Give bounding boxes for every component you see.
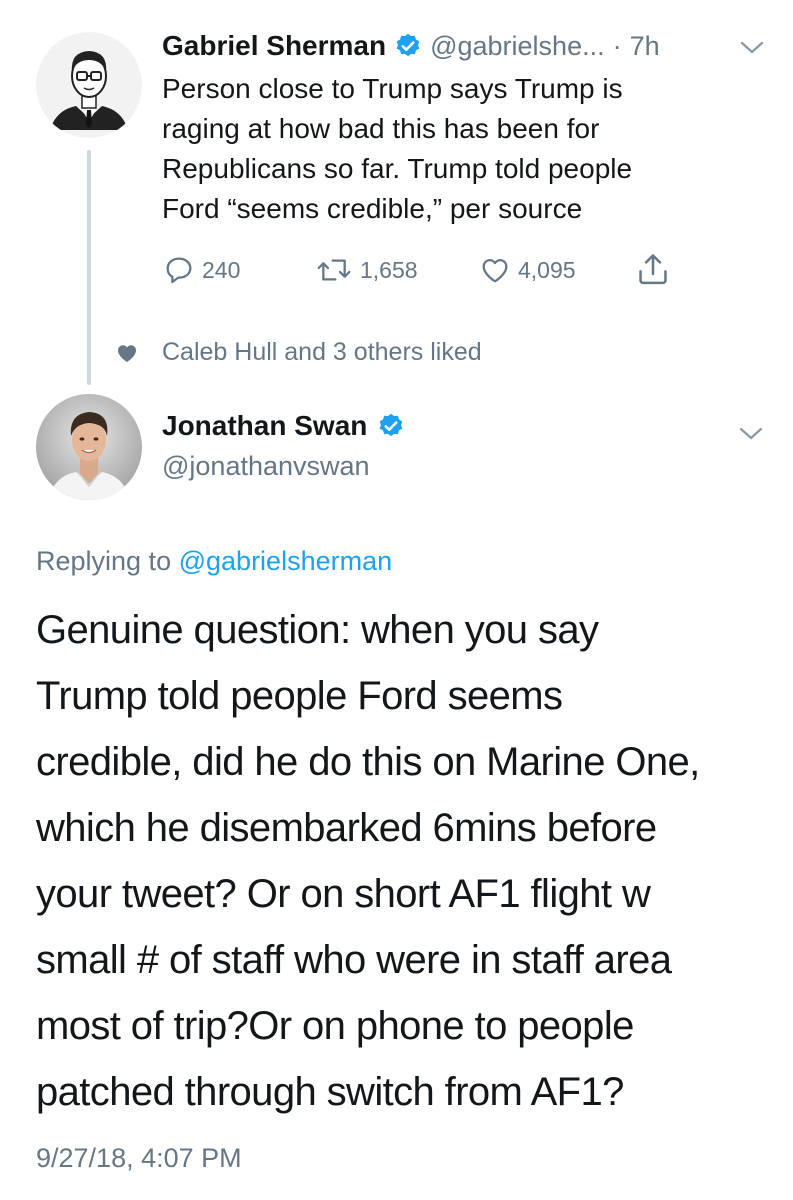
- tweet1-header: Gabriel Sherman @gabrielshe... · 7h: [162, 30, 660, 62]
- tweet-line: which he disembarked 6mins before: [36, 806, 657, 850]
- replying-to: Replying to @gabrielsherman: [36, 546, 392, 577]
- author-handle[interactable]: @jonathanvswan: [162, 451, 370, 482]
- tweet-timestamp[interactable]: 9/27/18, 4:07 PM: [36, 1143, 242, 1174]
- tweet-line: Genuine question: when you say: [36, 608, 599, 652]
- chevron-down-icon[interactable]: [737, 425, 765, 443]
- retweet-icon: [317, 259, 351, 281]
- author-name[interactable]: Jonathan Swan: [162, 410, 367, 442]
- retweet-button[interactable]: 1,658: [314, 254, 418, 286]
- tweet-line: Person close to Trump says Trump is: [162, 73, 623, 104]
- tweet-line: patched through switch from AF1?: [36, 1070, 624, 1114]
- author-name[interactable]: Gabriel Sherman: [162, 30, 386, 62]
- author-handle[interactable]: @gabrielshe...: [430, 31, 605, 62]
- tweet-line: Republicans so far. Trump told people: [162, 153, 633, 184]
- replying-to-handle-link[interactable]: @gabrielsherman: [179, 546, 393, 576]
- like-button[interactable]: 4,095: [478, 254, 576, 286]
- like-count: 4,095: [518, 256, 576, 283]
- tweet-line: most of trip?Or on phone to people: [36, 1004, 634, 1048]
- heart-filled-icon: [117, 345, 137, 362]
- tweet2-text: Genuine question: when you say Trump tol…: [36, 597, 786, 1125]
- tweet1-text: Person close to Trump says Trump is ragi…: [162, 69, 762, 229]
- heart-icon: [482, 259, 508, 283]
- reply-button[interactable]: 240: [162, 254, 240, 286]
- replying-to-label: Replying to: [36, 546, 172, 576]
- dot-separator: ·: [612, 30, 622, 61]
- verified-badge-icon: [396, 33, 420, 57]
- tweet-line: Trump told people Ford seems: [36, 674, 563, 718]
- tweet-line: your tweet? Or on short AF1 flight w: [36, 872, 651, 916]
- tweet-time[interactable]: 7h: [630, 31, 660, 62]
- retweet-count: 1,658: [360, 256, 418, 283]
- reply-icon: [166, 257, 192, 284]
- thread-connector-line: [87, 150, 91, 385]
- avatar-jonathan-swan[interactable]: [36, 394, 142, 500]
- social-context-text[interactable]: Caleb Hull and 3 others liked: [162, 338, 482, 367]
- tweet-line: raging at how bad this has been for: [162, 113, 600, 144]
- chevron-down-icon[interactable]: [739, 39, 765, 57]
- avatar-gabriel-sherman[interactable]: [36, 32, 142, 138]
- tweet2-header: Jonathan Swan: [162, 410, 405, 442]
- reply-count: 240: [202, 256, 241, 283]
- tweet-line: credible, did he do this on Marine One,: [36, 740, 700, 784]
- verified-badge-icon: [380, 413, 403, 437]
- share-icon[interactable]: [636, 252, 670, 288]
- tweet-line: Ford “seems credible,” per source: [162, 193, 583, 224]
- tweet-line: small # of staff who were in staff area: [36, 938, 672, 982]
